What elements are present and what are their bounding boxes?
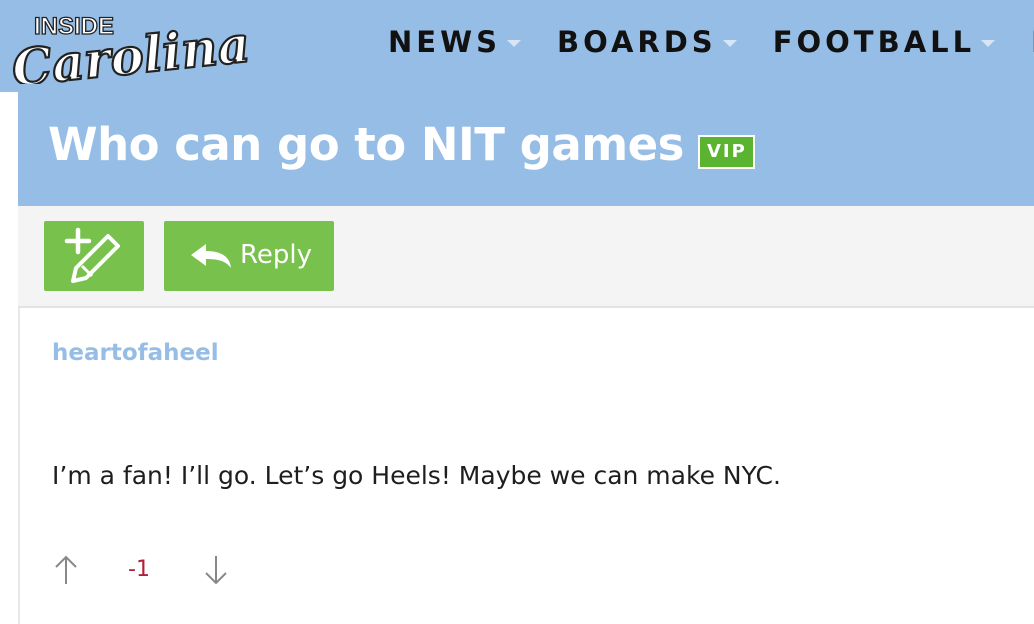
- downvote-button[interactable]: [204, 554, 228, 591]
- reply-button-label: Reply: [240, 240, 313, 270]
- nav-label: FOOTBALL: [772, 25, 976, 59]
- thread-header: Who can go to NIT games VIP: [18, 92, 1034, 206]
- forum-post: heartofaheel I’m a fan! I’ll go. Let’s g…: [18, 308, 1034, 624]
- post-author[interactable]: heartofaheel: [52, 340, 219, 366]
- nav-item-boards[interactable]: BOARDS: [557, 22, 737, 62]
- nav-item-football[interactable]: FOOTBALL: [772, 22, 996, 62]
- site-logo[interactable]: INSIDE Carolina: [6, 0, 296, 99]
- chevron-down-icon: [981, 39, 996, 47]
- chevron-down-icon: [506, 39, 521, 47]
- vip-badge: VIP: [698, 135, 755, 169]
- thread-toolbar: Reply: [18, 206, 1034, 308]
- reply-button[interactable]: Reply: [164, 221, 334, 291]
- post-body: I’m a fan! I’ll go. Let’s go Heels! Mayb…: [52, 461, 781, 490]
- page-gutter: [0, 92, 18, 624]
- pencil-plus-icon: [64, 227, 120, 283]
- site-header: INSIDE Carolina NEWS BOARDS FOOTBALL FE: [0, 0, 1034, 99]
- arrow-down-icon: [205, 556, 227, 585]
- new-post-button[interactable]: [44, 221, 144, 291]
- nav-item-news[interactable]: NEWS: [388, 22, 521, 62]
- chevron-down-icon: [722, 39, 737, 47]
- main-nav: NEWS BOARDS FOOTBALL FE: [388, 22, 1034, 62]
- nav-label: BOARDS: [556, 25, 717, 59]
- page-title: Who can go to NIT games: [48, 118, 684, 171]
- nav-label: NEWS: [388, 25, 501, 59]
- vote-score: -1: [128, 557, 150, 582]
- reply-arrow-icon: [191, 244, 231, 268]
- arrow-up-icon: [55, 555, 77, 584]
- upvote-button[interactable]: [54, 554, 78, 591]
